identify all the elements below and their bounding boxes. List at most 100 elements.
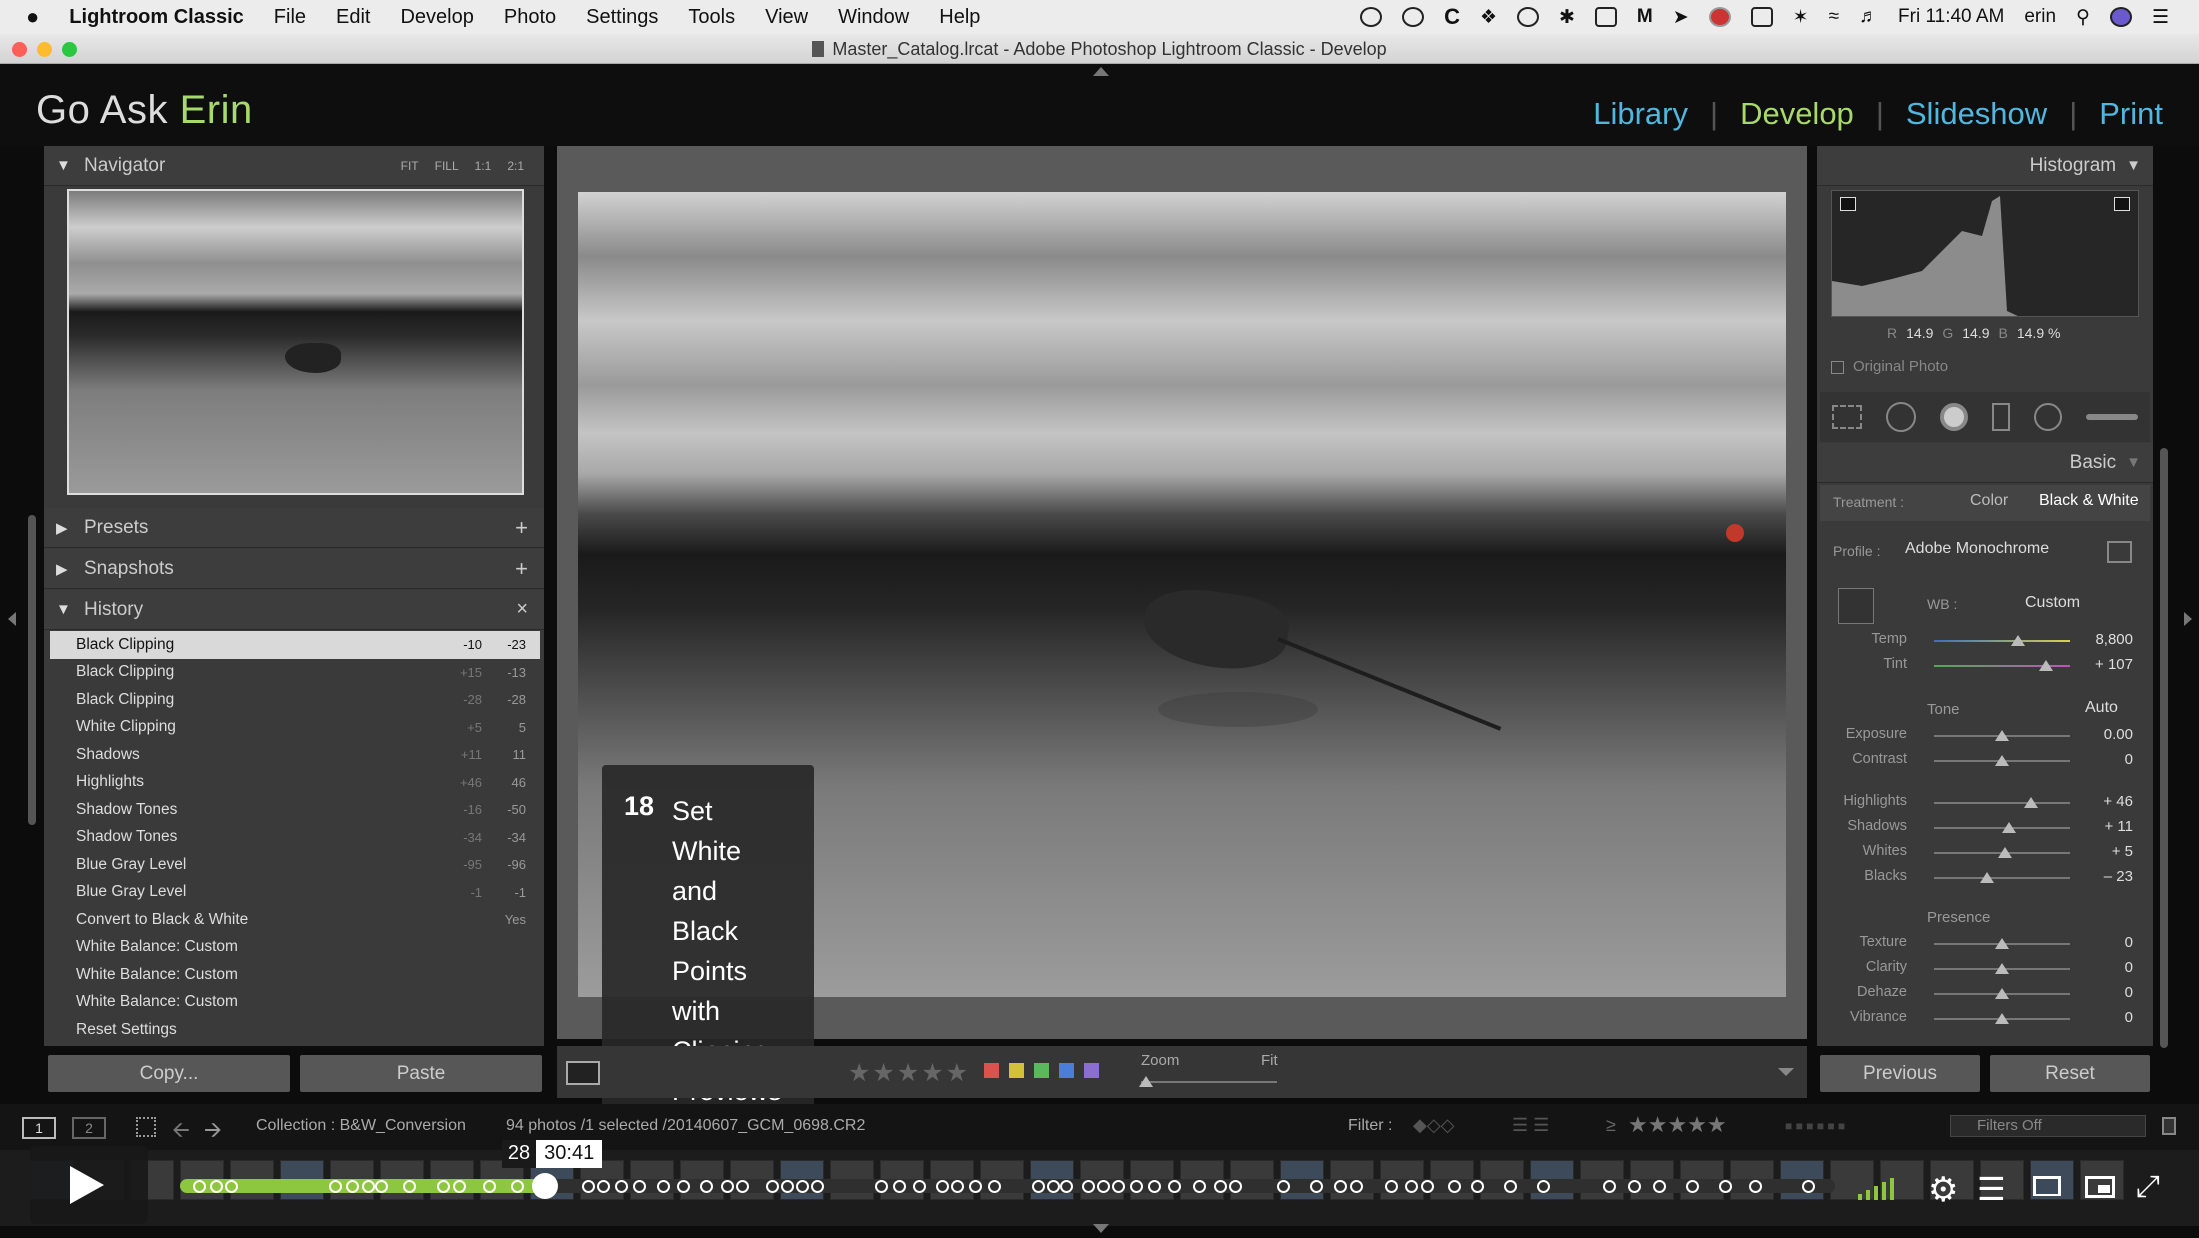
speedometer-icon[interactable] xyxy=(1360,7,1383,27)
slider-knob[interactable] xyxy=(1997,847,2012,858)
chapter-marker[interactable] xyxy=(328,1180,342,1193)
chapter-marker[interactable] xyxy=(482,1180,496,1193)
chapter-marker[interactable] xyxy=(1748,1180,1762,1193)
slider-knob[interactable] xyxy=(1995,755,2009,766)
chapter-marker[interactable] xyxy=(780,1180,794,1193)
slider-track[interactable] xyxy=(1934,635,2070,646)
chapter-marker[interactable] xyxy=(1384,1180,1398,1193)
presets-header[interactable]: ▶ Presets + xyxy=(44,508,544,548)
loupe-view-icon[interactable] xyxy=(566,1061,600,1085)
circle-i-icon[interactable] xyxy=(1402,7,1425,27)
bluetooth-icon[interactable]: ✶ xyxy=(1793,6,1809,29)
history-item[interactable]: Convert to Black & White Yes xyxy=(50,906,540,934)
color-label-swatch[interactable] xyxy=(1034,1063,1049,1078)
notification-list-icon[interactable]: ☰ xyxy=(2152,6,2169,29)
slider-track[interactable] xyxy=(1934,988,2070,999)
menu-window[interactable]: Window xyxy=(838,6,909,29)
chapter-marker[interactable] xyxy=(875,1180,889,1193)
navigator-zoom-fill[interactable]: FILL xyxy=(435,159,459,173)
chapter-marker[interactable] xyxy=(1470,1180,1484,1193)
edit-filter-icons[interactable]: ☰ ☰ xyxy=(1512,1115,1549,1136)
navigator-zoom-fit[interactable]: FIT xyxy=(401,159,419,173)
c-app-icon[interactable]: C xyxy=(1444,4,1460,30)
m-app-icon[interactable]: M xyxy=(1637,6,1653,28)
slider-knob[interactable] xyxy=(1995,730,2009,741)
history-item[interactable]: White Balance: Custom xyxy=(50,934,540,962)
navigator-zoom-1-1[interactable]: 1:1 xyxy=(475,159,492,173)
history-item[interactable]: White Balance: Custom xyxy=(50,961,540,989)
airplay-icon[interactable] xyxy=(2033,1176,2061,1196)
chapter-marker[interactable] xyxy=(362,1180,376,1193)
close-button[interactable] xyxy=(12,42,27,57)
chapter-marker[interactable] xyxy=(1652,1180,1666,1193)
grid-view-icon[interactable] xyxy=(136,1117,156,1137)
chapter-marker[interactable] xyxy=(597,1180,611,1193)
chapter-marker[interactable] xyxy=(1192,1180,1206,1193)
forward-arrows-icon[interactable]: ➤ xyxy=(1673,6,1689,29)
zoom-button[interactable] xyxy=(62,42,77,57)
filter-lock-icon[interactable] xyxy=(2162,1117,2176,1135)
chapter-marker[interactable] xyxy=(511,1180,524,1193)
navigator-preview[interactable] xyxy=(67,189,524,495)
app-menu[interactable]: Lightroom Classic xyxy=(69,6,243,29)
right-panel-collapse-icon[interactable] xyxy=(2184,612,2192,626)
minimize-button[interactable] xyxy=(37,42,52,57)
zoom-slider[interactable] xyxy=(1139,1076,1277,1087)
play-button[interactable] xyxy=(30,1146,148,1224)
chapter-marker[interactable] xyxy=(209,1180,223,1193)
chapter-marker[interactable] xyxy=(676,1180,690,1193)
copy-button[interactable]: Copy... xyxy=(48,1055,290,1092)
slider-track[interactable] xyxy=(1934,963,2070,974)
chapter-marker[interactable] xyxy=(1686,1180,1700,1193)
navigator-zoom-2-1[interactable]: 2:1 xyxy=(507,159,524,173)
color-filter-swatches[interactable]: ■ ■ ■ ■ ■ ■ xyxy=(1785,1119,1845,1133)
fullscreen-icon[interactable]: ⤢ xyxy=(2136,1170,2160,1204)
navigator-header[interactable]: ▼ Navigator FIT FILL 1:1 2:1 xyxy=(44,146,544,186)
chapter-marker[interactable] xyxy=(1537,1180,1551,1193)
display-icon[interactable] xyxy=(1594,7,1617,27)
slider-track[interactable] xyxy=(1934,847,2070,858)
chapter-marker[interactable] xyxy=(224,1180,238,1193)
chapter-marker[interactable] xyxy=(1081,1180,1095,1193)
slider-track[interactable] xyxy=(1934,660,2070,671)
settings-gear-icon[interactable]: ⚙ xyxy=(1928,1170,1958,1210)
photo-count[interactable]: 94 photos /1 selected /20140607_GCM_0698… xyxy=(506,1117,865,1135)
chapter-marker[interactable] xyxy=(810,1180,824,1193)
clear-history-icon[interactable]: × xyxy=(516,598,528,621)
menu-photo[interactable]: Photo xyxy=(504,6,556,29)
menu-view[interactable]: View xyxy=(765,6,808,29)
rating-filter-stars[interactable]: ★★★★★ xyxy=(1628,1112,1727,1138)
paste-button[interactable]: Paste xyxy=(300,1055,542,1092)
video-playhead[interactable] xyxy=(531,1173,558,1199)
slider-track[interactable] xyxy=(1934,938,2070,949)
chapter-marker[interactable] xyxy=(699,1180,713,1193)
pinwheel-icon[interactable]: ✱ xyxy=(1559,6,1575,29)
history-item[interactable]: Shadows +11 11 xyxy=(50,741,540,769)
menu-help[interactable]: Help xyxy=(939,6,980,29)
history-item[interactable]: Shadow Tones -34 -34 xyxy=(50,824,540,852)
chapter-marker[interactable] xyxy=(1801,1180,1815,1193)
slider-knob[interactable] xyxy=(1995,963,2009,974)
chapter-marker[interactable] xyxy=(1111,1180,1125,1193)
chapter-marker[interactable] xyxy=(1350,1180,1364,1193)
slider-track[interactable] xyxy=(1934,1013,2070,1024)
slider-knob[interactable] xyxy=(1995,988,2009,999)
slider-knob[interactable] xyxy=(2001,822,2016,833)
history-item[interactable]: Blue Gray Level -95 -96 xyxy=(50,851,540,879)
history-item[interactable]: Black Clipping -28 -28 xyxy=(50,686,540,714)
menu-settings[interactable]: Settings xyxy=(586,6,658,29)
menu-tools[interactable]: Tools xyxy=(688,6,735,29)
previous-button[interactable]: Previous xyxy=(1820,1055,1980,1092)
slider-track[interactable] xyxy=(1934,730,2070,741)
rating-comparator[interactable]: ≥ xyxy=(1606,1115,1616,1136)
back-arrow-icon[interactable]: 🡨 xyxy=(172,1113,190,1151)
slider-knob[interactable] xyxy=(1995,1013,2009,1024)
record-icon[interactable] xyxy=(1708,7,1731,27)
module-library[interactable]: Library xyxy=(1593,96,1688,132)
slider-knob[interactable] xyxy=(2038,660,2053,671)
primary-window-button[interactable]: 1 xyxy=(22,1117,56,1139)
slider-knob[interactable] xyxy=(1995,938,2009,949)
menu-develop[interactable]: Develop xyxy=(400,6,473,29)
color-label-swatch[interactable] xyxy=(1059,1063,1074,1078)
chapter-marker[interactable] xyxy=(1333,1180,1347,1193)
